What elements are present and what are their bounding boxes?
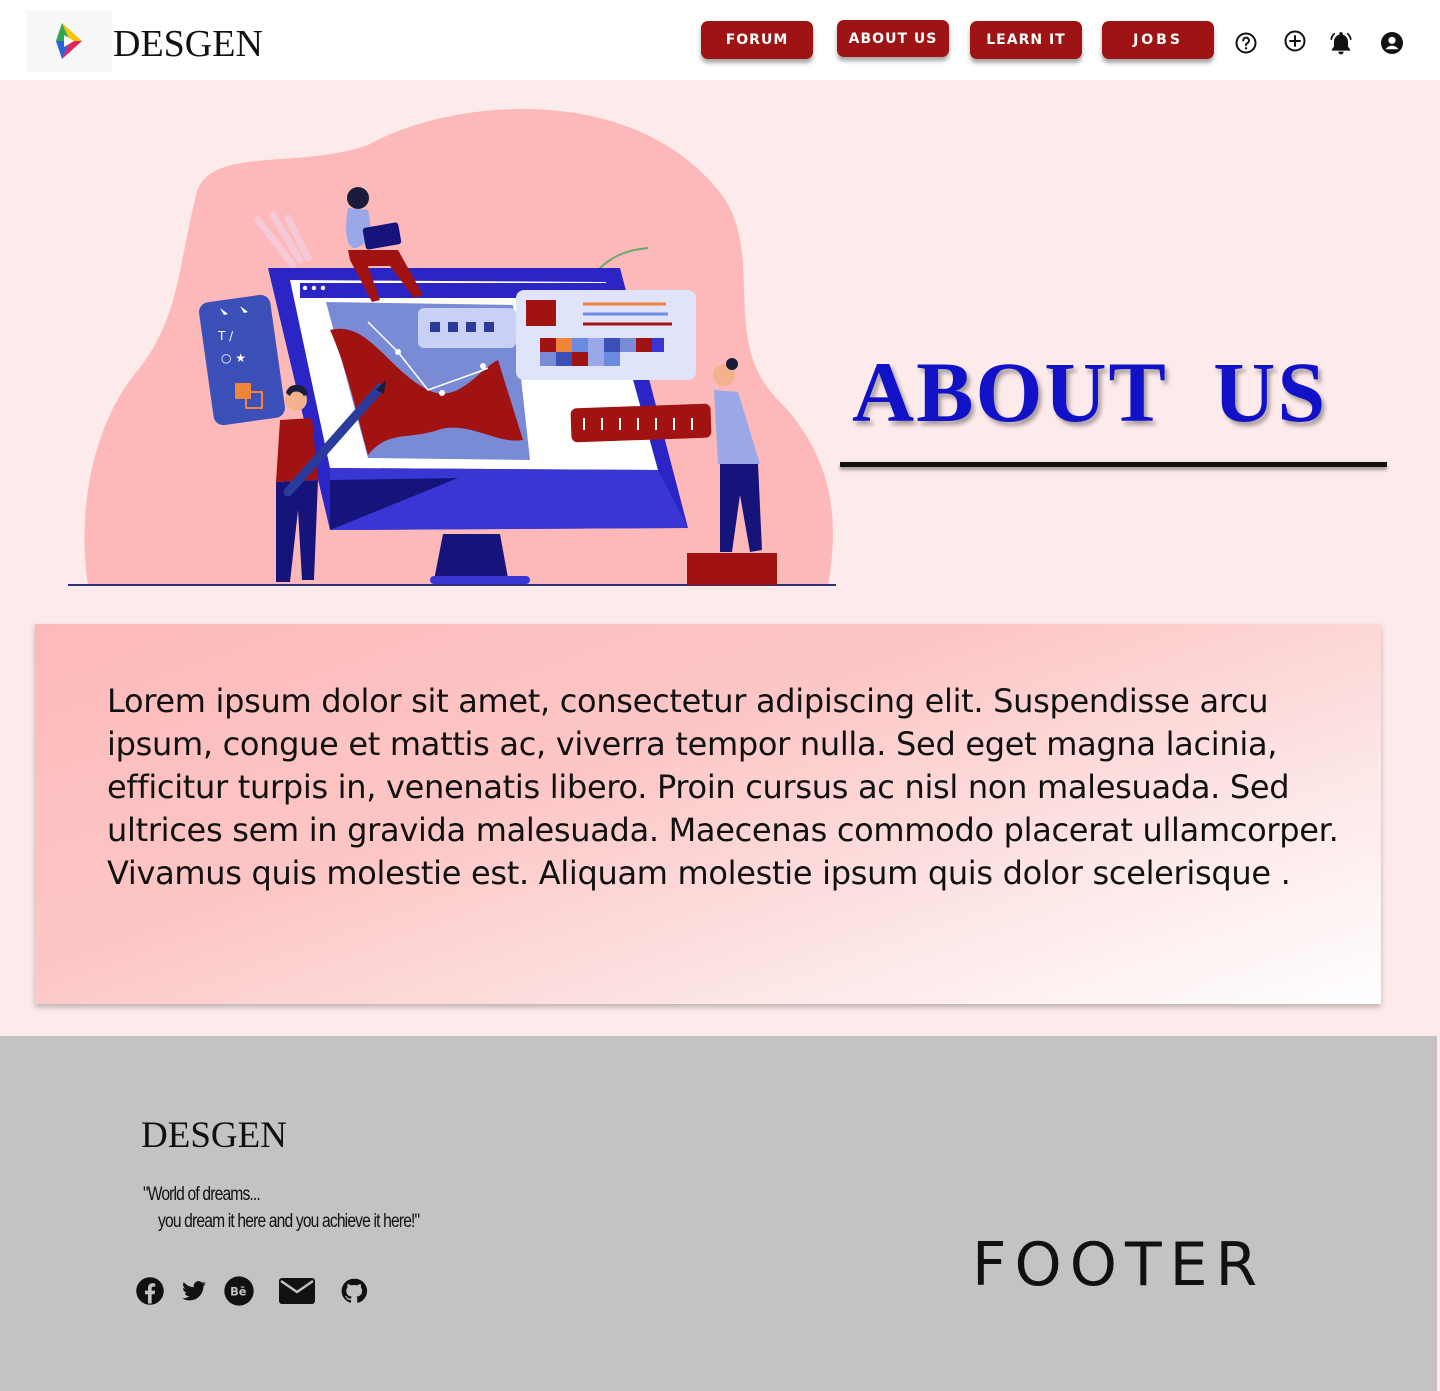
- footer-title: FOOTER: [972, 1230, 1266, 1300]
- logo[interactable]: [26, 10, 112, 72]
- footer-brand[interactable]: DESGEN: [141, 1114, 287, 1157]
- brand-name[interactable]: DESGEN: [113, 22, 263, 66]
- footer: DESGEN "World of dreams... you dream it …: [0, 1036, 1437, 1391]
- page-title: ABOUT US: [852, 344, 1328, 440]
- svg-text:Bē: Bē: [230, 1284, 247, 1298]
- nav-learn-button[interactable]: LEARN IT: [970, 21, 1082, 59]
- behance-icon[interactable]: Bē: [222, 1274, 256, 1308]
- footer-tagline-line2: you dream it here and you achieve it her…: [158, 1211, 420, 1232]
- nav-forum-button[interactable]: FORUM: [701, 21, 813, 59]
- about-content-card: Lorem ipsum dolor sit amet, consectetur …: [35, 624, 1381, 1004]
- add-icon[interactable]: [1282, 28, 1308, 54]
- top-navbar: DESGEN FORUM ABOUT US LEARN IT JOBS: [0, 0, 1440, 80]
- footer-tagline-line1: "World of dreams...: [143, 1184, 261, 1205]
- logo-icon: [56, 23, 82, 59]
- designers-illustration: T / ○ ★: [68, 108, 836, 586]
- help-icon[interactable]: [1233, 30, 1259, 56]
- nav-about-button[interactable]: ABOUT US: [837, 20, 949, 57]
- github-icon[interactable]: [338, 1274, 370, 1308]
- about-description: Lorem ipsum dolor sit amet, consectetur …: [107, 682, 1339, 892]
- svg-text:T /: T /: [217, 329, 234, 343]
- mail-icon[interactable]: [277, 1274, 317, 1308]
- bell-icon[interactable]: [1328, 30, 1354, 56]
- svg-text:○ ★: ○ ★: [221, 351, 246, 365]
- nav-jobs-button[interactable]: JOBS: [1102, 21, 1214, 59]
- title-underline: [840, 462, 1387, 467]
- facebook-icon[interactable]: [134, 1274, 166, 1308]
- twitter-icon[interactable]: [178, 1274, 210, 1308]
- account-icon[interactable]: [1379, 30, 1405, 56]
